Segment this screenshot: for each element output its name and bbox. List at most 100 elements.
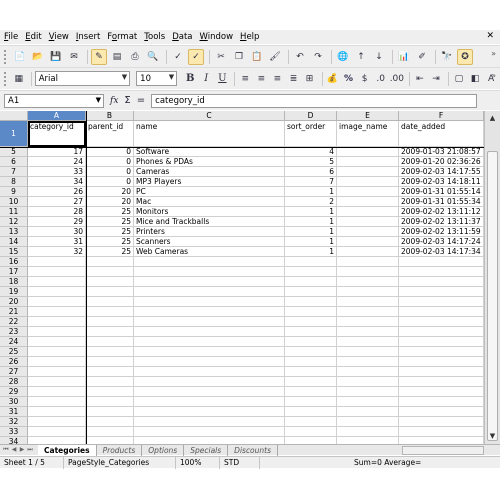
table-cell[interactable] bbox=[28, 367, 86, 377]
table-cell[interactable] bbox=[28, 347, 86, 357]
name-box[interactable]: A1 ▼ bbox=[4, 93, 104, 108]
justify-icon[interactable]: ≣ bbox=[286, 71, 300, 87]
row-header[interactable]: 9 bbox=[0, 187, 28, 197]
table-cell[interactable] bbox=[399, 407, 484, 417]
table-cell[interactable] bbox=[134, 377, 285, 387]
table-cell[interactable] bbox=[285, 367, 337, 377]
hyperlink-icon[interactable]: 🌐 bbox=[335, 49, 351, 65]
spreadsheet-grid[interactable]: A B C D E F 1 category_id parent_id name sort_orde… bbox=[0, 111, 484, 444]
tab-specials[interactable]: Specials bbox=[184, 444, 229, 456]
table-cell[interactable] bbox=[86, 387, 134, 397]
table-cell[interactable]: 20 bbox=[86, 187, 134, 197]
header-cell[interactable]: date_added bbox=[399, 121, 484, 147]
table-cell[interactable]: 0 bbox=[86, 147, 134, 157]
table-cell[interactable] bbox=[337, 327, 399, 337]
table-cell[interactable]: 0 bbox=[86, 167, 134, 177]
table-cell[interactable] bbox=[399, 367, 484, 377]
tab-discounts[interactable]: Discounts bbox=[228, 444, 279, 456]
row-header[interactable]: 7 bbox=[0, 167, 28, 177]
row-header[interactable]: 31 bbox=[0, 407, 28, 417]
percent-format-icon[interactable]: % bbox=[342, 71, 356, 87]
table-cell[interactable] bbox=[86, 437, 134, 444]
row-header[interactable]: 21 bbox=[0, 307, 28, 317]
table-cell[interactable]: 2 bbox=[285, 197, 337, 207]
table-cell[interactable]: 30 bbox=[28, 227, 86, 237]
row-header[interactable]: 32 bbox=[0, 417, 28, 427]
table-cell[interactable] bbox=[337, 287, 399, 297]
table-cell[interactable] bbox=[28, 277, 86, 287]
table-cell[interactable] bbox=[337, 147, 399, 157]
table-cell[interactable] bbox=[134, 297, 285, 307]
toolbar-overflow-icon[interactable]: » bbox=[491, 71, 496, 80]
table-cell[interactable]: 0 bbox=[86, 177, 134, 187]
row-header[interactable]: 1 bbox=[0, 121, 28, 147]
table-cell[interactable] bbox=[28, 327, 86, 337]
tab-options[interactable]: Options bbox=[142, 444, 185, 456]
row-header[interactable]: 23 bbox=[0, 327, 28, 337]
page-style[interactable]: PageStyle_Categories bbox=[64, 456, 176, 469]
row-header[interactable]: 6 bbox=[0, 157, 28, 167]
header-cell[interactable]: category_id bbox=[28, 121, 86, 147]
table-cell[interactable]: 1 bbox=[285, 187, 337, 197]
table-cell[interactable] bbox=[399, 437, 484, 444]
table-cell[interactable] bbox=[337, 187, 399, 197]
table-cell[interactable] bbox=[28, 257, 86, 267]
add-decimal-icon[interactable]: .0 bbox=[374, 71, 388, 87]
table-cell[interactable] bbox=[337, 397, 399, 407]
table-cell[interactable]: 25 bbox=[86, 207, 134, 217]
undo-icon[interactable]: ↶ bbox=[292, 49, 308, 65]
table-cell[interactable] bbox=[285, 397, 337, 407]
row-header[interactable]: 20 bbox=[0, 297, 28, 307]
copy-icon[interactable]: ❐ bbox=[231, 49, 247, 65]
table-cell[interactable] bbox=[285, 417, 337, 427]
align-center-icon[interactable]: ≡ bbox=[254, 71, 268, 87]
menu-file[interactable]: File bbox=[4, 32, 18, 42]
table-cell[interactable] bbox=[28, 357, 86, 367]
table-cell[interactable] bbox=[134, 317, 285, 327]
formula-input[interactable]: category_id bbox=[151, 93, 478, 108]
table-cell[interactable]: 5 bbox=[285, 157, 337, 167]
sort-descending-icon[interactable]: ↓ bbox=[371, 49, 387, 65]
previous-sheet-icon[interactable]: ◀ bbox=[10, 446, 18, 454]
table-cell[interactable] bbox=[86, 297, 134, 307]
function-icon[interactable]: = bbox=[137, 95, 145, 106]
table-cell[interactable] bbox=[86, 367, 134, 377]
table-cell[interactable] bbox=[337, 247, 399, 257]
table-cell[interactable] bbox=[134, 267, 285, 277]
scrollbar-thumb[interactable] bbox=[487, 151, 498, 441]
print-preview-icon[interactable]: 🔍 bbox=[145, 49, 161, 65]
table-cell[interactable] bbox=[86, 357, 134, 367]
last-sheet-icon[interactable]: ⏭ bbox=[26, 446, 34, 454]
scroll-up-icon[interactable]: ▲ bbox=[487, 113, 498, 124]
menu-insert[interactable]: Insert bbox=[76, 32, 100, 42]
table-cell[interactable] bbox=[134, 347, 285, 357]
table-cell[interactable] bbox=[399, 427, 484, 437]
menu-help[interactable]: Help bbox=[240, 32, 259, 42]
table-cell[interactable] bbox=[285, 437, 337, 444]
table-cell[interactable]: 2009-01-03 21:08:57 bbox=[399, 147, 484, 157]
close-document-icon[interactable]: ✕ bbox=[486, 31, 494, 41]
table-cell[interactable] bbox=[86, 377, 134, 387]
table-cell[interactable] bbox=[28, 427, 86, 437]
next-sheet-icon[interactable]: ▶ bbox=[18, 446, 26, 454]
table-cell[interactable]: 33 bbox=[28, 167, 86, 177]
table-cell[interactable] bbox=[134, 337, 285, 347]
table-cell[interactable] bbox=[86, 307, 134, 317]
table-cell[interactable]: 20 bbox=[86, 197, 134, 207]
table-cell[interactable] bbox=[285, 377, 337, 387]
table-cell[interactable] bbox=[399, 317, 484, 327]
table-cell[interactable]: 0 bbox=[86, 157, 134, 167]
table-cell[interactable]: 2009-01-31 01:55:34 bbox=[399, 197, 484, 207]
table-cell[interactable] bbox=[399, 307, 484, 317]
edit-file-icon[interactable]: ✎ bbox=[91, 48, 107, 65]
table-cell[interactable]: Printers bbox=[134, 227, 285, 237]
table-cell[interactable] bbox=[134, 257, 285, 267]
tab-categories[interactable]: Categories bbox=[38, 444, 97, 456]
menu-tools[interactable]: Tools bbox=[144, 32, 165, 42]
table-cell[interactable] bbox=[28, 437, 86, 444]
table-cell[interactable]: 26 bbox=[28, 187, 86, 197]
table-cell[interactable] bbox=[399, 417, 484, 427]
background-color-icon[interactable]: ◧ bbox=[468, 71, 482, 87]
table-cell[interactable] bbox=[86, 417, 134, 427]
row-header[interactable]: 25 bbox=[0, 347, 28, 357]
